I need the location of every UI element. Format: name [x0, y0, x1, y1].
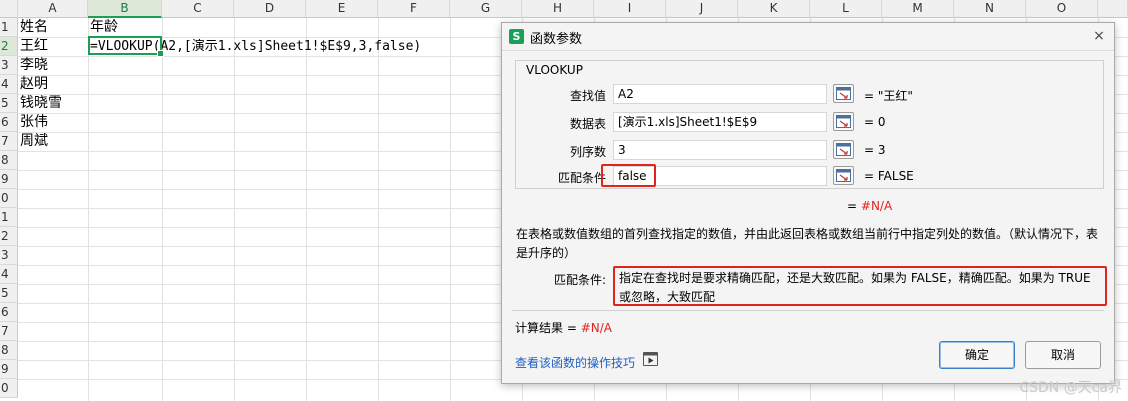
row-header[interactable]: 6 [0, 303, 18, 322]
arg-result-range-lookup: = FALSE [864, 169, 914, 183]
column-header-o[interactable]: O [1026, 0, 1098, 18]
column-header-c[interactable]: C [162, 0, 234, 18]
column-header-f[interactable]: F [378, 0, 450, 18]
column-header-g[interactable]: G [450, 0, 522, 18]
column-header-h[interactable]: H [522, 0, 594, 18]
collapse-dialog-button[interactable] [833, 112, 854, 131]
column-header-n[interactable]: N [954, 0, 1026, 18]
active-cell-cursor [88, 36, 164, 57]
column-header-d[interactable]: D [234, 0, 306, 18]
collapse-dialog-button[interactable] [833, 140, 854, 159]
cell-a6[interactable]: 张伟 [20, 113, 48, 132]
cell-a2[interactable]: 王红 [20, 37, 48, 56]
dialog-titlebar[interactable]: S 函数参数 × [502, 23, 1114, 51]
row-header[interactable]: 9 [0, 170, 18, 189]
column-header-i[interactable]: I [594, 0, 666, 18]
arg-result-lookup-value: = "王红" [864, 89, 913, 103]
column-header-b[interactable]: B [88, 0, 162, 18]
collapse-dialog-button[interactable] [833, 166, 854, 185]
function-name: VLOOKUP [526, 63, 583, 77]
formula-result-value: #N/A [860, 199, 893, 213]
highlight-arg-description [613, 266, 1107, 306]
video-tip-icon[interactable] [643, 352, 658, 366]
cell-a4[interactable]: 赵明 [20, 75, 48, 94]
column-header-a[interactable]: A [18, 0, 88, 18]
cell-a5[interactable]: 钱晓雪 [20, 94, 62, 113]
row-header[interactable]: 6 [0, 113, 18, 132]
arg-input-lookup-value[interactable]: A2 [613, 84, 827, 104]
range-select-icon [836, 115, 851, 128]
column-header-m[interactable]: M [882, 0, 954, 18]
arg-label-range-lookup: 匹配条件 [557, 171, 606, 185]
row-header[interactable]: 3 [0, 246, 18, 265]
row-header[interactable]: 4 [0, 265, 18, 284]
row-header[interactable]: 7 [0, 132, 18, 151]
row-header[interactable]: 0 [0, 379, 18, 398]
arg-input-table-array[interactable]: [演示1.xls]Sheet1!$E$9 [613, 112, 827, 132]
row-header[interactable]: 8 [0, 151, 18, 170]
formula-result-eq: = [847, 199, 858, 213]
function-tips-link[interactable]: 查看该函数的操作技巧 [515, 354, 635, 371]
function-arguments-dialog: S 函数参数 × VLOOKUP 查找值 A2 = "王红" 数据表 [演示1.… [501, 22, 1115, 384]
range-select-icon [836, 169, 851, 182]
column-header-k[interactable]: K [738, 0, 810, 18]
arg-label-lookup-value: 查找值 [569, 89, 606, 103]
dialog-title: 函数参数 [530, 32, 583, 47]
wps-app-icon: S [509, 29, 524, 44]
collapse-dialog-button[interactable] [833, 84, 854, 103]
watermark: CSDN @天ca界 [1019, 380, 1122, 396]
close-button[interactable]: × [1090, 27, 1108, 45]
range-select-icon [836, 143, 851, 156]
column-header-j[interactable]: J [666, 0, 738, 18]
cell-a1[interactable]: 姓名 [20, 18, 48, 37]
row-header[interactable]: 1 [0, 18, 18, 37]
function-description: 在表格或数值数组的首列查找指定的数值，并由此返回表格或数组当前行中指定列处的数值… [516, 227, 1099, 260]
calc-result-value: #N/A [580, 321, 612, 335]
cancel-button[interactable]: 取消 [1025, 341, 1101, 369]
arg-input-col-index[interactable]: 3 [613, 140, 827, 160]
row-header[interactable]: 7 [0, 322, 18, 341]
cell-a3[interactable]: 李晓 [20, 56, 48, 75]
row-header[interactable]: 8 [0, 341, 18, 360]
row-header[interactable]: 9 [0, 360, 18, 379]
cell-a7[interactable]: 周斌 [20, 132, 48, 151]
column-header-overflow[interactable] [1098, 0, 1128, 18]
arg-label-table-array: 数据表 [569, 117, 606, 131]
row-header[interactable]: 2 [0, 227, 18, 246]
fill-handle[interactable] [157, 50, 164, 57]
calc-result-label: 计算结果 = [515, 321, 577, 335]
row-header[interactable]: 5 [0, 284, 18, 303]
column-header-e[interactable]: E [306, 0, 378, 18]
cell-b1[interactable]: 年龄 [90, 18, 118, 37]
arg-result-col-index: = 3 [864, 143, 886, 157]
ok-button[interactable]: 确定 [939, 341, 1015, 369]
row-header[interactable]: 1 [0, 208, 18, 227]
arg-result-table-array: = 0 [864, 115, 886, 129]
arg-description-label: 匹配条件: [553, 273, 606, 287]
column-header-l[interactable]: L [810, 0, 882, 18]
row-header[interactable]: 0 [0, 189, 18, 208]
arg-label-col-index: 列序数 [569, 145, 606, 159]
row-header[interactable]: 3 [0, 56, 18, 75]
divider [512, 310, 1104, 311]
row-header[interactable]: 4 [0, 75, 18, 94]
arguments-group: VLOOKUP 查找值 A2 = "王红" 数据表 [演示1.xls]Sheet… [515, 60, 1104, 189]
row-header[interactable]: 5 [0, 94, 18, 113]
calc-result: 计算结果 = #N/A [515, 319, 612, 336]
select-all-corner[interactable] [0, 0, 18, 18]
range-select-icon [836, 87, 851, 100]
formula-result: = #N/A [847, 199, 892, 213]
highlight-range-lookup [601, 164, 656, 187]
row-header[interactable]: 2 [0, 37, 18, 56]
